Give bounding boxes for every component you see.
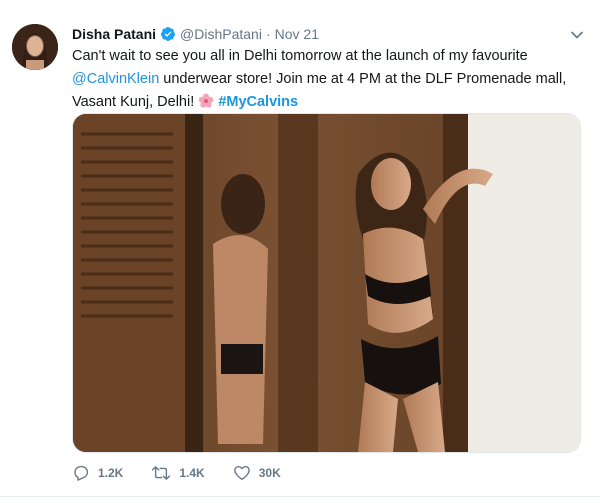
heart-icon: [233, 465, 250, 481]
avatar-image: [12, 24, 58, 70]
retweet-button[interactable]: 1.4K: [151, 464, 205, 482]
avatar[interactable]: [12, 24, 58, 70]
tweet-text-part1: Can't wait to see you all in Delhi tomor…: [72, 48, 528, 64]
tweet-date[interactable]: Nov 21: [275, 26, 319, 42]
like-count: 30K: [258, 466, 281, 480]
mention-link[interactable]: @CalvinKlein: [72, 71, 159, 87]
retweet-icon: [152, 466, 171, 480]
reply-button[interactable]: 1.2K: [72, 464, 123, 482]
hashtag-link[interactable]: #MyCalvins: [218, 94, 298, 110]
tweet-text: Can't wait to see you all in Delhi tomor…: [72, 45, 580, 114]
reply-count: 1.2K: [98, 466, 124, 480]
author-handle[interactable]: @DishPatani: [180, 26, 262, 42]
tweet-actions: 1.2K 1.4K 30K: [72, 464, 309, 482]
author-name[interactable]: Disha Patani: [72, 26, 156, 42]
tweet-card[interactable]: Disha Patani @DishPatani · Nov 21 Can't …: [0, 0, 600, 503]
header-separator: ·: [265, 26, 271, 42]
tweet-header: Disha Patani @DishPatani · Nov 21: [72, 26, 319, 42]
tweet-divider: [0, 496, 600, 497]
tweet-photo[interactable]: [72, 113, 581, 453]
reply-icon: [74, 465, 89, 481]
retweet-count: 1.4K: [179, 466, 205, 480]
verified-badge-icon: [161, 27, 176, 41]
cherry-blossom-emoji-icon: [198, 93, 214, 108]
chevron-down-icon[interactable]: [570, 28, 584, 42]
like-button[interactable]: 30K: [233, 464, 281, 482]
photo-image: [73, 114, 580, 452]
